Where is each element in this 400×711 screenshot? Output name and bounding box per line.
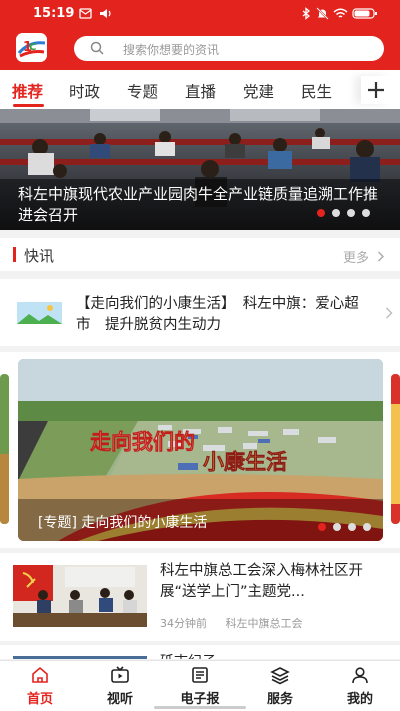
add-channel-button[interactable] [361,76,391,104]
wifi-icon [333,8,348,18]
news-title: 砥志纪子 [160,651,216,659]
app-header: 15:19 1 C 搜索你想要的资讯 [0,0,400,70]
carousel-dot[interactable] [347,209,355,217]
home-indicator[interactable] [154,706,246,709]
carousel-dot[interactable] [348,523,356,531]
next-card-peek[interactable] [391,374,400,524]
hero-carousel-dots [317,209,370,217]
prev-card-peek[interactable] [0,374,9,524]
tab-politics[interactable]: 时政 [69,80,100,102]
flash-news-header: 快讯 更多 [0,238,400,271]
nav-service[interactable]: 服务 [250,665,310,707]
carousel-dot[interactable] [317,209,325,217]
status-bar: 15:19 [0,0,400,28]
battery-icon [352,7,378,24]
carousel-dot[interactable] [332,209,340,217]
active-tab-indicator [13,104,44,107]
search-icon [90,41,104,55]
search-placeholder: 搜索你想要的资讯 [123,43,220,57]
carousel-dot[interactable] [363,523,371,531]
topic-image-text-1: 走向我们的 [90,430,195,454]
news-title: 科左中旗总工会深入梅林社区开展“送学上门”主题党... [160,563,363,600]
news-meta: 34分钟前 科左中旗总工会 [160,615,318,631]
tab-recommend[interactable]: 推荐 [12,80,43,102]
news-image [13,565,147,627]
tab-livelihood[interactable]: 民生 [301,80,332,102]
chevron-right-icon [386,307,393,319]
news-image [13,656,147,659]
nav-home[interactable]: 首页 [10,665,70,707]
section-accent-bar [13,247,16,262]
status-time: 15:19 [33,6,75,21]
news-source: 科左中旗总工会 [225,617,303,630]
news-thumbnail [17,302,62,324]
news-list-item[interactable]: 砥志纪子 [0,645,400,659]
flash-news-item[interactable]: 【走向我们的小康生活】 科左中旗：爱心超市 提升脱贫内生动力 [0,279,400,346]
topic-image-text-2: 小康生活 [203,450,287,474]
nav-epaper[interactable]: 电子报 [170,665,230,707]
topic-carousel-dots [318,523,371,531]
tv-icon [111,666,129,683]
more-label: 更多 [343,251,370,266]
more-link[interactable]: 更多 [343,247,385,266]
tab-party[interactable]: 党建 [243,80,274,102]
bottom-navigation: 首页 视听 电子报 服务 我的 [0,660,400,711]
nav-label: 电子报 [180,692,220,707]
nav-label: 视听 [106,692,133,707]
message-icon [79,8,92,19]
nav-label: 首页 [26,692,53,707]
newspaper-icon [192,667,208,683]
nav-video[interactable]: 视听 [90,665,150,707]
svg-text:C: C [29,42,36,53]
mute-icon [316,7,329,20]
hero-title[interactable]: 科左中旗现代农业产业园肉牛全产业链质量追溯工作推进会召开 [18,184,388,226]
plus-icon [368,82,384,98]
carousel-dot[interactable] [318,523,326,531]
news-time: 34分钟前 [160,617,207,630]
bluetooth-icon [302,7,311,20]
home-icon [32,666,48,683]
search-input[interactable]: 搜索你想要的资讯 [74,36,384,61]
tab-special[interactable]: 专题 [127,80,158,102]
chevron-right-icon [378,251,385,262]
sound-icon [100,9,111,18]
special-topic-caption[interactable]: [专题] 走向我们的小康生活 [38,512,207,532]
category-tabs: 推荐 时政 专题 直播 党建 民生 [0,70,400,109]
nav-mine[interactable]: 我的 [330,665,390,707]
carousel-dot[interactable] [333,523,341,531]
carousel-dot[interactable] [362,209,370,217]
app-logo[interactable]: 1 C [16,33,47,62]
layers-icon [270,667,290,685]
tab-live[interactable]: 直播 [185,80,216,102]
nav-label: 我的 [346,692,373,707]
news-list-item[interactable]: 科左中旗总工会深入梅林社区开展“送学上门”主题党... 34分钟前 科左中旗总工… [0,553,400,641]
section-title: 快讯 [24,247,55,265]
user-icon [352,667,368,684]
flash-news-title: 【走向我们的小康生活】 科左中旗：爱心超市 提升脱贫内生动力 [76,296,359,333]
nav-label: 服务 [266,692,293,707]
